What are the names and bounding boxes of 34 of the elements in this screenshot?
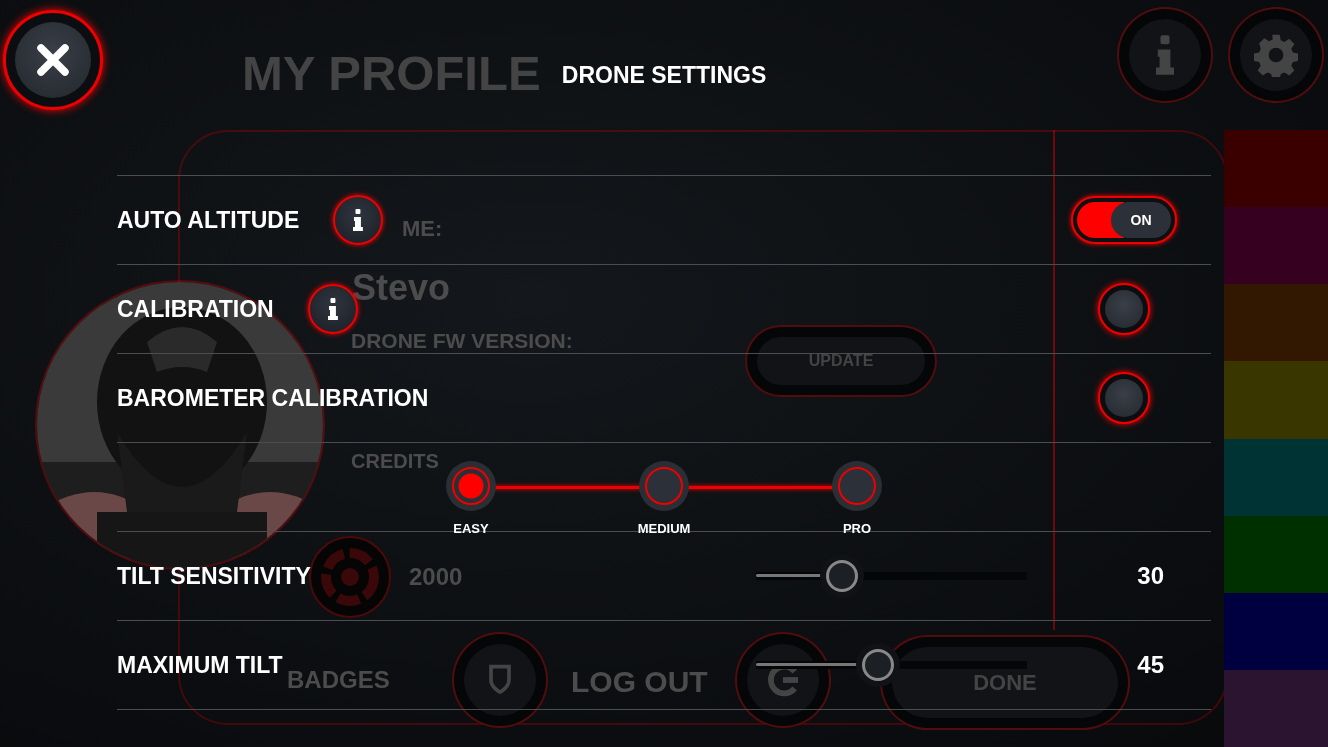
round-button[interactable] xyxy=(1098,283,1150,335)
toggle-switch[interactable]: ON xyxy=(1071,196,1177,244)
round-button[interactable] xyxy=(1098,372,1150,424)
color-swatch[interactable] xyxy=(1224,284,1328,362)
setting-label: AUTO ALTITUDE xyxy=(117,206,300,234)
color-swatch[interactable] xyxy=(1224,515,1328,593)
info-icon xyxy=(1156,35,1174,75)
window-title: DRONE SETTINGS xyxy=(561,62,767,89)
info-icon xyxy=(353,209,364,231)
close-button[interactable] xyxy=(3,10,103,110)
setting-label: TILT SENSITIVITY xyxy=(117,562,311,590)
color-swatch[interactable] xyxy=(1224,669,1328,747)
field-label: ME: xyxy=(402,216,443,243)
field-label: CREDITS xyxy=(351,449,439,473)
setting-value: 45 xyxy=(1137,651,1164,679)
color-swatch[interactable] xyxy=(1224,130,1328,208)
settings-icon xyxy=(1254,33,1298,77)
color-swatch[interactable] xyxy=(1224,438,1328,516)
setting-label: BAROMETER CALIBRATION xyxy=(117,384,429,412)
setting-label: CALIBRATION xyxy=(117,295,274,323)
profile-name: Stevo xyxy=(352,266,451,310)
badges-label: BADGES xyxy=(287,666,390,695)
close-icon xyxy=(35,42,71,78)
color-swatch[interactable] xyxy=(1224,207,1328,285)
color-swatch[interactable] xyxy=(1224,361,1328,439)
credits-value: 2000 xyxy=(409,563,463,592)
color-swatch[interactable] xyxy=(1224,592,1328,670)
log-out-label: LOG OUT xyxy=(571,664,708,700)
info-icon xyxy=(327,298,338,320)
setting-label: MAXIMUM TILT xyxy=(117,651,283,679)
setting-value: 30 xyxy=(1137,562,1164,590)
field-label: DRONE FW VERSION: xyxy=(351,328,573,354)
slider-thumb[interactable] xyxy=(855,643,900,687)
info-button[interactable] xyxy=(333,195,384,245)
